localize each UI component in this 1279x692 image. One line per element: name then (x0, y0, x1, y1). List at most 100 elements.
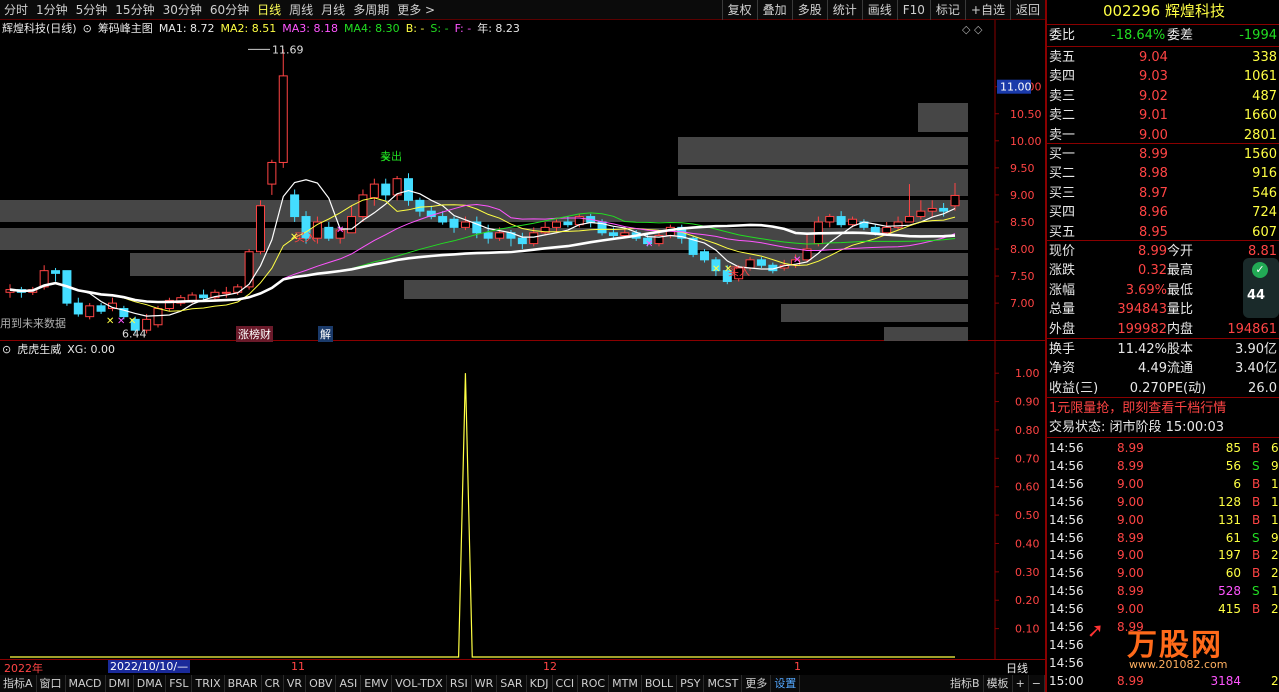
indicator-tab-25[interactable]: 设置 (771, 675, 801, 692)
indicator-tab-22[interactable]: PSY (677, 675, 705, 692)
indicator-tab-6[interactable]: TRIX (192, 675, 225, 692)
period-tab-3[interactable]: 15分钟 (111, 0, 158, 20)
candle-body[interactable] (916, 210, 926, 218)
candle-body[interactable] (517, 237, 527, 245)
candle-body[interactable] (187, 294, 197, 301)
indicator-tab-4[interactable]: DMA (134, 675, 167, 692)
indicator-tab-3[interactable]: DMI (106, 675, 134, 692)
period-tab-9[interactable]: 多周期 (349, 0, 393, 20)
indicator-tab-21[interactable]: BOLL (642, 675, 678, 692)
candle-body[interactable] (403, 178, 413, 201)
candle-body[interactable] (415, 199, 425, 212)
candle-body[interactable] (460, 221, 470, 228)
candle-body[interactable] (848, 218, 858, 226)
period-tab-10[interactable]: 更多 > (393, 0, 439, 20)
period-tab-2[interactable]: 5分钟 (72, 0, 112, 20)
indicator-tab-1[interactable]: 窗口 (37, 675, 66, 692)
candle-body[interactable] (552, 221, 562, 228)
candle-body[interactable] (153, 308, 163, 326)
candle-body[interactable] (620, 232, 630, 236)
candle-body[interactable] (950, 194, 960, 207)
floating-widget[interactable]: ✓ 44 (1243, 258, 1279, 318)
candle-body[interactable] (495, 232, 505, 239)
candle-body[interactable] (939, 207, 949, 212)
indicator-tab-27[interactable]: 模板 (984, 675, 1013, 692)
candle-body[interactable] (290, 194, 300, 218)
toolbar-action-3[interactable]: 统计 (826, 0, 862, 20)
indicator-tab-2[interactable]: MACD (66, 675, 106, 692)
tag-jie[interactable]: 解 (318, 326, 333, 342)
toolbar-action-5[interactable]: F10 (896, 0, 930, 20)
indicator-tab-10[interactable]: OBV (306, 675, 337, 692)
period-mode-label[interactable]: 日线 (1006, 660, 1028, 676)
toolbar-action-7[interactable]: +自选 (964, 0, 1010, 20)
candle-body[interactable] (893, 221, 903, 228)
indicator-tab-0[interactable]: 指标A (0, 675, 37, 692)
indicator-tab-28[interactable]: + (1013, 675, 1029, 692)
candle-body[interactable] (700, 251, 710, 261)
toolbar-action-0[interactable]: 复权 (721, 0, 757, 20)
promo-banner[interactable]: 1元限量抢，即刻查看千档行情 (1049, 399, 1279, 418)
toolbar-action-1[interactable]: 叠加 (756, 0, 792, 20)
candle-body[interactable] (529, 232, 539, 245)
candle-body[interactable] (199, 294, 209, 299)
indicator-tab-14[interactable]: RSI (447, 675, 472, 692)
indicator-tab-17[interactable]: KDJ (527, 675, 553, 692)
toolbar-action-6[interactable]: 标记 (929, 0, 965, 20)
period-tab-7[interactable]: 周线 (285, 0, 317, 20)
candle-body[interactable] (85, 305, 95, 318)
toolbar-action-2[interactable]: 多股 (791, 0, 827, 20)
indicator-tab-29[interactable]: − (1029, 675, 1045, 692)
period-tab-8[interactable]: 月线 (317, 0, 349, 20)
candle-body[interactable] (870, 226, 880, 234)
candle-body[interactable] (96, 305, 106, 312)
candle-body[interactable] (347, 216, 357, 234)
indicator-tab-12[interactable]: EMV (361, 675, 393, 692)
candle-body[interactable] (563, 221, 573, 226)
indicator-tab-8[interactable]: CR (262, 675, 284, 692)
candle-body[interactable] (267, 161, 277, 185)
period-tab-4[interactable]: 30分钟 (159, 0, 206, 20)
indicator-tab-26[interactable]: 指标B (947, 675, 984, 692)
indicator-tab-23[interactable]: MCST (704, 675, 743, 692)
candle-body[interactable] (608, 232, 618, 236)
candle-body[interactable] (438, 216, 448, 223)
candle-body[interactable] (278, 75, 288, 163)
period-tab-6[interactable]: 日线 (253, 0, 285, 20)
indicator-tab-9[interactable]: VR (284, 675, 307, 692)
indicator-tab-16[interactable]: SAR (497, 675, 527, 692)
candle-body[interactable] (73, 302, 83, 315)
indicator-tab-11[interactable]: ASI (336, 675, 362, 692)
indicator-tab-19[interactable]: ROC (578, 675, 610, 692)
candle-body[interactable] (882, 226, 892, 234)
candle-body[interactable] (244, 251, 254, 288)
candle-body[interactable] (904, 216, 914, 223)
candle-body[interactable] (255, 205, 265, 253)
toolbar-action-8[interactable]: 返回 (1009, 0, 1045, 20)
candle-body[interactable] (324, 226, 334, 239)
candle-body[interactable] (369, 183, 379, 199)
indicator-tab-5[interactable]: FSL (166, 675, 193, 692)
candle-body[interactable] (381, 183, 391, 196)
candle-body[interactable] (449, 218, 459, 228)
candle-body[interactable] (233, 286, 243, 293)
candle-body[interactable] (221, 291, 231, 294)
indicator-tab-15[interactable]: WR (472, 675, 498, 692)
toolbar-action-4[interactable]: 画线 (861, 0, 897, 20)
candle-body[interactable] (836, 216, 846, 226)
indicator-tab-7[interactable]: BRAR (225, 675, 262, 692)
candle-body[interactable] (927, 207, 937, 212)
period-tab-0[interactable]: 分时 (0, 0, 32, 20)
indicator-tab-18[interactable]: CCI (553, 675, 579, 692)
sub-indicator-chart[interactable]: ⊙ 虎虎生威 XG: 0.00 0.10 0.20 0.30 0.40 0.50 0.60… (0, 341, 1045, 659)
candle-body[interactable] (756, 259, 766, 266)
period-tab-5[interactable]: 60分钟 (206, 0, 253, 20)
indicator-tab-13[interactable]: VOL-TDX (392, 675, 447, 692)
indicator-tab-24[interactable]: 更多 (742, 675, 772, 692)
main-kline-chart[interactable]: 辉煌科技(日线) ⊙ 筹码峰主图 MA1: 8.72 MA2: 8.51 MA3… (0, 20, 1045, 342)
candle-body[interactable] (51, 270, 61, 274)
candle-body[interactable] (483, 232, 493, 239)
period-tab-1[interactable]: 1分钟 (32, 0, 72, 20)
candle-body[interactable] (358, 194, 368, 218)
candle-body[interactable] (825, 216, 835, 223)
